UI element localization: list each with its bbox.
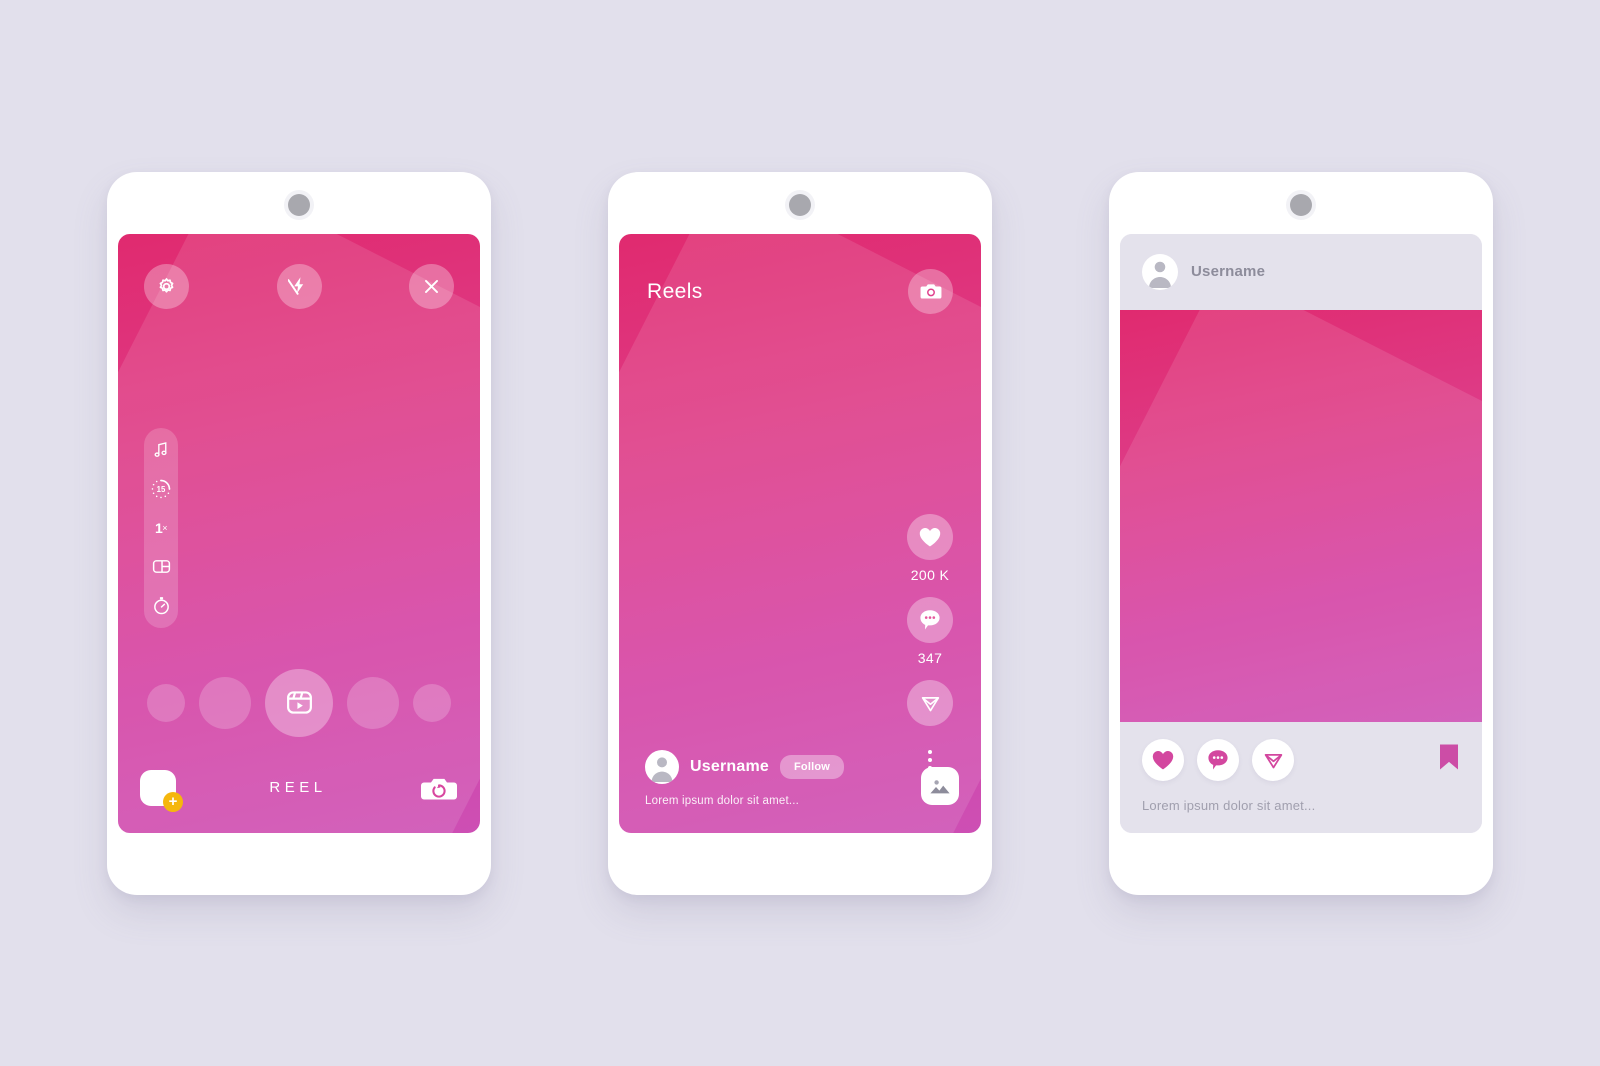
close-icon <box>425 279 438 293</box>
username: Username <box>1191 263 1266 280</box>
like-button[interactable] <box>907 513 953 560</box>
screens-stage: 15 1 × + REEL Reels 200 K 347 Username F… <box>0 0 1600 1066</box>
phone-reels-viewer: Reels 200 K 347 Username Follow Lorem ip… <box>608 171 992 895</box>
duration-tool[interactable]: 15 <box>148 476 174 502</box>
send-icon <box>1264 753 1282 768</box>
carousel-item[interactable] <box>347 676 399 729</box>
front-camera-icon <box>1290 193 1312 216</box>
camera-flip-button[interactable] <box>420 773 458 803</box>
open-camera-button[interactable] <box>908 268 953 314</box>
timer-dial-icon: 15 <box>151 479 171 498</box>
page-title: Reels <box>647 279 703 303</box>
phone-camera-recorder: 15 1 × + REEL <box>107 171 491 895</box>
flash-off-button[interactable] <box>276 263 322 309</box>
gear-icon <box>159 277 174 293</box>
capture-mode-label: REEL <box>269 779 327 796</box>
like-count: 200 K <box>910 566 950 583</box>
speed-tool[interactable]: 1 × <box>148 515 174 541</box>
speed-suffix: × <box>162 522 168 533</box>
share-button[interactable] <box>907 679 953 726</box>
user-avatar-icon <box>1149 261 1171 288</box>
comment-button[interactable] <box>907 596 953 643</box>
phone-feed-post: Username Lorem ipsum dolor sit amet... <box>1109 171 1493 895</box>
gallery-button[interactable] <box>921 766 959 805</box>
avatar[interactable] <box>645 749 679 784</box>
front-camera-icon <box>789 193 811 216</box>
comment-dots-icon <box>920 610 940 630</box>
carousel-item[interactable] <box>413 683 451 722</box>
camera-bottom-bar: + REEL <box>118 765 480 812</box>
flash-off-icon <box>288 277 304 295</box>
add-media-badge[interactable]: + <box>163 791 183 812</box>
reel-action-rail: 200 K 347 <box>903 513 957 770</box>
like-button[interactable] <box>1142 738 1184 781</box>
username: Username <box>690 757 769 775</box>
settings-button[interactable] <box>144 263 189 309</box>
camera-flip-icon <box>421 778 457 799</box>
gallery-thumbnail-button[interactable]: + <box>140 769 183 812</box>
post-footer: Lorem ipsum dolor sit amet... <box>1120 721 1482 833</box>
close-button[interactable] <box>409 263 454 309</box>
comment-dots-icon <box>1208 750 1228 770</box>
camera-icon <box>920 283 941 299</box>
heart-filled-icon <box>1152 750 1174 769</box>
stopwatch-icon <box>153 597 169 615</box>
carousel-item[interactable] <box>147 683 185 722</box>
bookmark-filled-icon <box>1440 744 1458 770</box>
layout-split-icon <box>152 560 170 573</box>
post-header: Username <box>1120 233 1482 310</box>
follow-button[interactable]: Follow <box>779 754 845 779</box>
carousel-item[interactable] <box>199 676 251 729</box>
duration-value: 15 <box>157 484 166 493</box>
tool-rail: 15 1 × <box>144 427 178 628</box>
reel-caption: Lorem ipsum dolor sit amet... <box>645 794 800 807</box>
heart-filled-icon <box>919 527 941 546</box>
front-camera-icon <box>288 193 310 216</box>
bookmark-button[interactable] <box>1438 743 1460 776</box>
comment-count: 347 <box>917 649 943 666</box>
user-avatar-icon <box>651 756 673 782</box>
mode-carousel[interactable] <box>118 665 480 741</box>
post-caption: Lorem ipsum dolor sit amet... <box>1142 797 1316 813</box>
share-button[interactable] <box>1252 738 1294 781</box>
post-image-content <box>1120 309 1482 722</box>
comment-button[interactable] <box>1197 738 1239 781</box>
screen-camera-recorder: 15 1 × + REEL <box>118 233 480 833</box>
screen-reels-viewer: Reels 200 K 347 Username Follow Lorem ip… <box>619 233 981 833</box>
timer-tool[interactable] <box>148 593 174 619</box>
post-image[interactable] <box>1120 309 1482 722</box>
avatar[interactable] <box>1142 253 1178 290</box>
layout-tool[interactable] <box>148 554 174 580</box>
speed-value: 1 <box>154 519 163 536</box>
post-actions <box>1142 738 1460 781</box>
record-button[interactable] <box>265 668 333 737</box>
send-icon <box>921 696 939 711</box>
audio-tool[interactable] <box>148 437 174 463</box>
reel-user-row: Username Follow <box>645 749 959 784</box>
image-icon <box>930 779 950 793</box>
reel-play-icon <box>286 691 312 714</box>
screen-feed-post: Username Lorem ipsum dolor sit amet... <box>1120 233 1482 833</box>
music-note-icon <box>154 441 167 457</box>
reel-meta: Username Follow Lorem ipsum dolor sit am… <box>645 749 959 807</box>
